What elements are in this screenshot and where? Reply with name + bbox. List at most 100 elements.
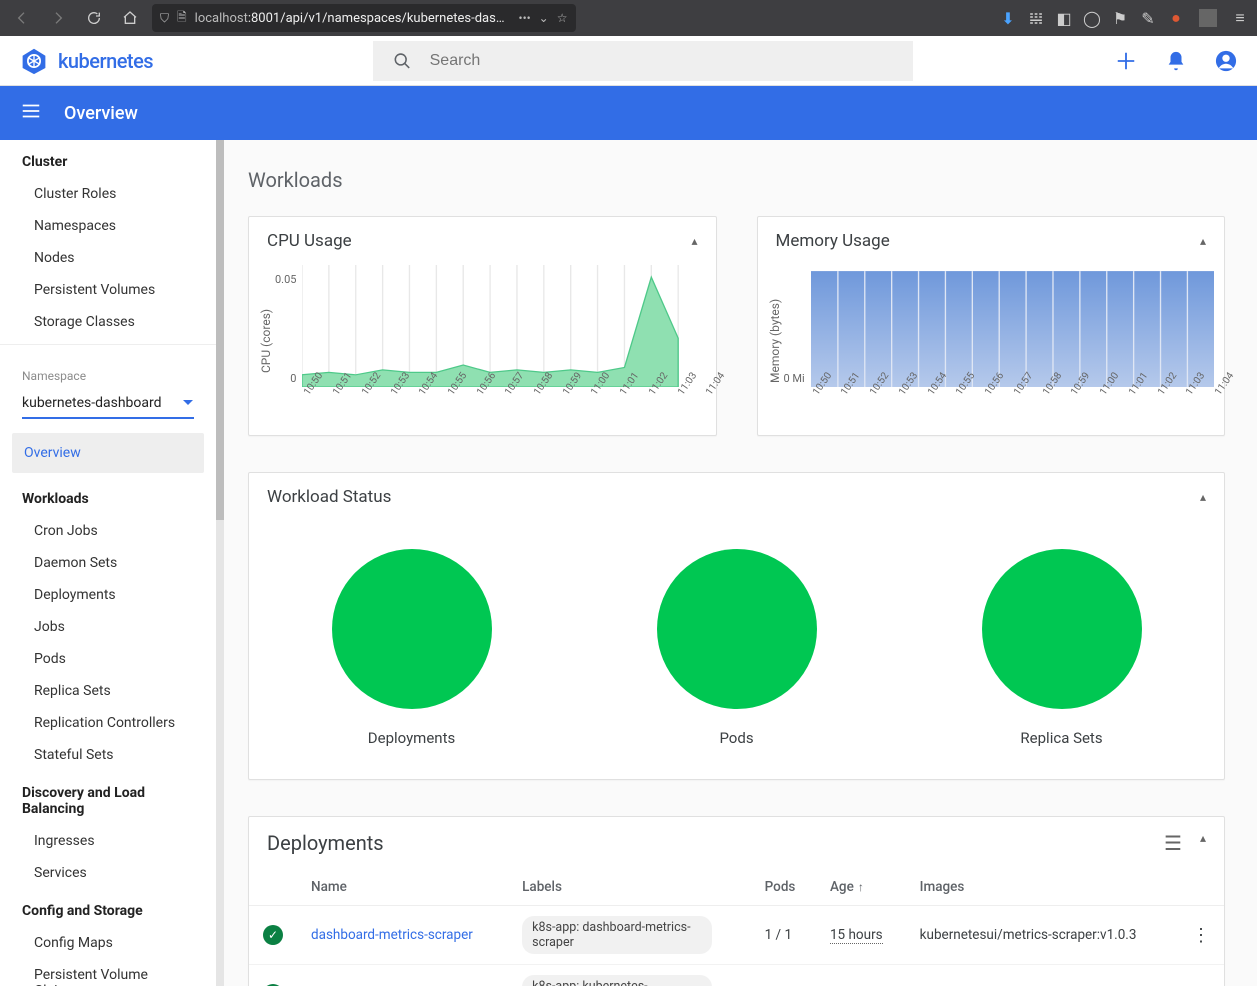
- age-value[interactable]: 15 hours: [830, 927, 883, 944]
- table-row: ✓ kubernetes-dashboard k8s-app: kubernet…: [249, 965, 1224, 986]
- sidebar-item-persistent-volumes[interactable]: Persistent Volumes: [0, 274, 216, 306]
- divider: [0, 344, 216, 345]
- sidebar-item-deployments[interactable]: Deployments: [0, 579, 216, 611]
- menu-icon[interactable]: [20, 100, 42, 126]
- cpu-ytick-bottom: 0: [290, 372, 296, 385]
- cpu-chart: [302, 265, 705, 387]
- label-chip: k8s-app: kubernetes-dashboard: [522, 975, 712, 986]
- col-images[interactable]: Images: [906, 869, 1178, 906]
- workload-status-card: Workload Status ▴ Deployments Pods Repli…: [248, 472, 1225, 780]
- sidebar-group-dlb[interactable]: Discovery and Load Balancing: [0, 771, 216, 825]
- home-icon[interactable]: [116, 4, 144, 32]
- col-age[interactable]: Age↑: [816, 869, 906, 906]
- filter-icon[interactable]: ☰: [1164, 831, 1182, 855]
- col-name[interactable]: Name: [297, 869, 508, 906]
- sort-asc-icon: ↑: [858, 880, 864, 894]
- mem-xticks: 10:5010:5110:5210:5310:5410:5510:5610:57…: [811, 387, 1214, 402]
- doc-icon: 🗎: [177, 8, 187, 29]
- library-icon[interactable]: 𝍐: [1027, 9, 1045, 27]
- donut-replica-sets: [982, 549, 1142, 709]
- hamburger-icon[interactable]: ≡: [1231, 9, 1249, 27]
- deployment-link[interactable]: dashboard-metrics-scraper: [311, 927, 473, 943]
- row-menu-icon[interactable]: ⋮: [1178, 906, 1224, 965]
- sidebar-item-storage-classes[interactable]: Storage Classes: [0, 306, 216, 338]
- collapse-icon[interactable]: ▴: [1200, 490, 1206, 504]
- cpu-card-title: CPU Usage: [267, 231, 352, 251]
- forward-icon[interactable]: [44, 4, 72, 32]
- browser-chrome: ⛉ 🗎 localhost:8001/api/v1/namespaces/kub…: [0, 0, 1257, 36]
- divider: [1199, 9, 1217, 27]
- ext-edit-icon[interactable]: ✎: [1139, 9, 1157, 27]
- bookmark-icon[interactable]: ☆: [557, 11, 568, 25]
- more-icon[interactable]: •••: [519, 11, 531, 25]
- donut-label: Deployments: [368, 729, 455, 747]
- sidebar-scrollbar[interactable]: [216, 140, 224, 986]
- search-icon: [393, 51, 412, 71]
- deployments-title: Deployments: [267, 831, 384, 855]
- product-name: kubernetes: [58, 49, 153, 73]
- sidebar-item-ingresses[interactable]: Ingresses: [0, 825, 216, 857]
- downloads-icon[interactable]: ⬇: [999, 9, 1017, 27]
- reload-icon[interactable]: [80, 4, 108, 32]
- sidebar-item-replication-controllers[interactable]: Replication Controllers: [0, 707, 216, 739]
- collapse-icon[interactable]: ▴: [691, 234, 697, 248]
- sidebar-item-replica-sets[interactable]: Replica Sets: [0, 675, 216, 707]
- kubernetes-logo-icon: [20, 47, 48, 75]
- sidebar-item-config-maps[interactable]: Config Maps: [0, 927, 216, 959]
- sidebar-item-daemon-sets[interactable]: Daemon Sets: [0, 547, 216, 579]
- namespace-value: kubernetes-dashboard: [22, 395, 162, 411]
- search-input[interactable]: [430, 52, 893, 70]
- logo[interactable]: kubernetes: [20, 47, 153, 75]
- sidebar-item-overview[interactable]: Overview: [12, 433, 204, 473]
- shield-icon: ⛉: [160, 11, 169, 26]
- donut-deployments: [332, 549, 492, 709]
- back-icon[interactable]: [8, 4, 36, 32]
- namespace-label: Namespace: [0, 351, 216, 385]
- sidebar-icon[interactable]: ◧: [1055, 9, 1073, 27]
- namespace-select[interactable]: kubernetes-dashboard: [22, 389, 194, 419]
- deployments-table: Name Labels Pods Age↑ Images ✓ dashboard…: [249, 869, 1224, 986]
- sidebar-item-cron-jobs[interactable]: Cron Jobs: [0, 515, 216, 547]
- chrome-toolbar-icons: ⬇ 𝍐 ◧ ◯ ⚑ ✎ ● ≡: [999, 9, 1249, 27]
- sidebar-group-cluster[interactable]: Cluster: [0, 140, 216, 178]
- sidebar-item-services[interactable]: Services: [0, 857, 216, 889]
- user-icon[interactable]: [1215, 50, 1237, 72]
- plus-icon[interactable]: [1115, 50, 1137, 72]
- cpu-xticks: 10:5010:5110:5210:5310:5410:5510:5610:57…: [302, 387, 705, 402]
- cpu-ytick-top: 0.05: [275, 273, 296, 286]
- memory-usage-card: Memory Usage ▴ Memory (bytes) 0 Mi: [757, 216, 1226, 436]
- sidebar-group-cfg[interactable]: Config and Storage: [0, 889, 216, 927]
- url-bar[interactable]: ⛉ 🗎 localhost:8001/api/v1/namespaces/kub…: [152, 4, 576, 32]
- image-value: kubernetesui/dashboard:v2.0.0-rc5: [906, 965, 1178, 986]
- sidebar-item-pvc[interactable]: Persistent Volume Claims: [0, 959, 216, 986]
- mem-ylabel: Memory (bytes): [768, 265, 782, 417]
- sidebar-item-namespaces[interactable]: Namespaces: [0, 210, 216, 242]
- ext-ddg-icon[interactable]: ●: [1167, 9, 1185, 27]
- image-value: kubernetesui/metrics-scraper:v1.0.3: [906, 906, 1178, 965]
- sidebar-item-nodes[interactable]: Nodes: [0, 242, 216, 274]
- search-bar[interactable]: [373, 41, 913, 81]
- workloads-heading: Workloads: [248, 168, 1225, 192]
- sidebar-item-stateful-sets[interactable]: Stateful Sets: [0, 739, 216, 771]
- status-ok-icon: ✓: [263, 925, 283, 945]
- pocket-icon[interactable]: ⌄: [539, 11, 549, 25]
- ext-flag-icon[interactable]: ⚑: [1111, 9, 1129, 27]
- main-content: Workloads CPU Usage ▴ CPU (cores) 0.050: [224, 140, 1257, 986]
- collapse-icon[interactable]: ▴: [1200, 234, 1206, 248]
- sidebar-item-jobs[interactable]: Jobs: [0, 611, 216, 643]
- pods-value: 1 / 1: [751, 906, 816, 965]
- bell-icon[interactable]: [1165, 50, 1187, 72]
- chevron-down-icon: [182, 397, 194, 409]
- sidebar-item-cluster-roles[interactable]: Cluster Roles: [0, 178, 216, 210]
- sidebar-item-pods[interactable]: Pods: [0, 643, 216, 675]
- account-icon[interactable]: ◯: [1083, 9, 1101, 27]
- deployments-card: Deployments ☰ ▴ Name Labels Pods Age↑ Im…: [248, 816, 1225, 986]
- sidebar-group-workloads[interactable]: Workloads: [0, 477, 216, 515]
- url-text: localhost:8001/api/v1/namespaces/kuberne…: [195, 11, 511, 26]
- donut-pods: [657, 549, 817, 709]
- collapse-icon[interactable]: ▴: [1200, 831, 1206, 855]
- label-chip: k8s-app: dashboard-metrics-scraper: [522, 916, 712, 954]
- row-menu-icon[interactable]: ⋮: [1178, 965, 1224, 986]
- col-pods[interactable]: Pods: [751, 869, 816, 906]
- col-labels[interactable]: Labels: [508, 869, 750, 906]
